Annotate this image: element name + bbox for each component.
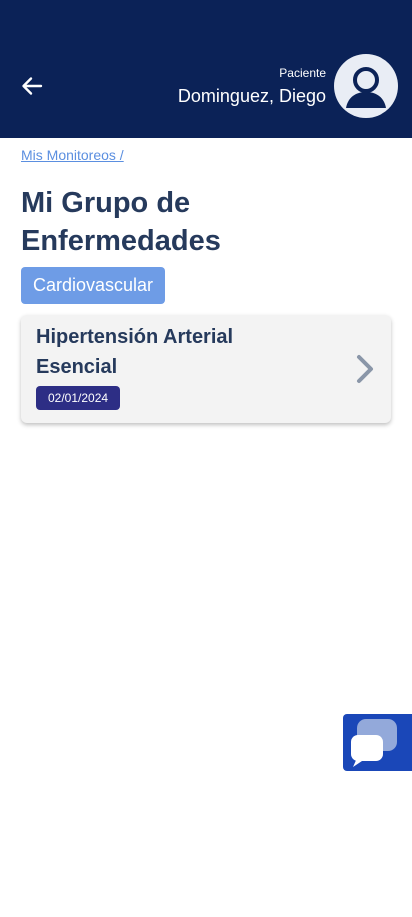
back-button[interactable] [16,70,48,102]
chat-button[interactable] [343,714,412,771]
page-title: Mi Grupo de Enfermedades [21,187,221,257]
arrow-left-icon [22,77,43,95]
chevron-right-icon [357,355,373,383]
breadcrumb[interactable]: Mis Monitoreos / [21,147,124,163]
user-icon [346,67,386,108]
patient-info: Paciente Dominguez, Diego [178,65,326,109]
disease-card[interactable]: Hipertensión Arterial Esencial 02/01/202… [21,315,391,423]
category-chip: Cardiovascular [21,267,166,304]
app-header: Paciente Dominguez, Diego [0,0,412,138]
date-badge: 02/01/2024 [36,386,121,410]
chat-bubble-icon [351,719,397,767]
patient-role-label: Paciente [279,66,326,80]
disease-card-title: Hipertensión Arterial Esencial [36,326,234,378]
patient-name: Dominguez, Diego [177,86,326,106]
avatar[interactable] [334,54,398,118]
